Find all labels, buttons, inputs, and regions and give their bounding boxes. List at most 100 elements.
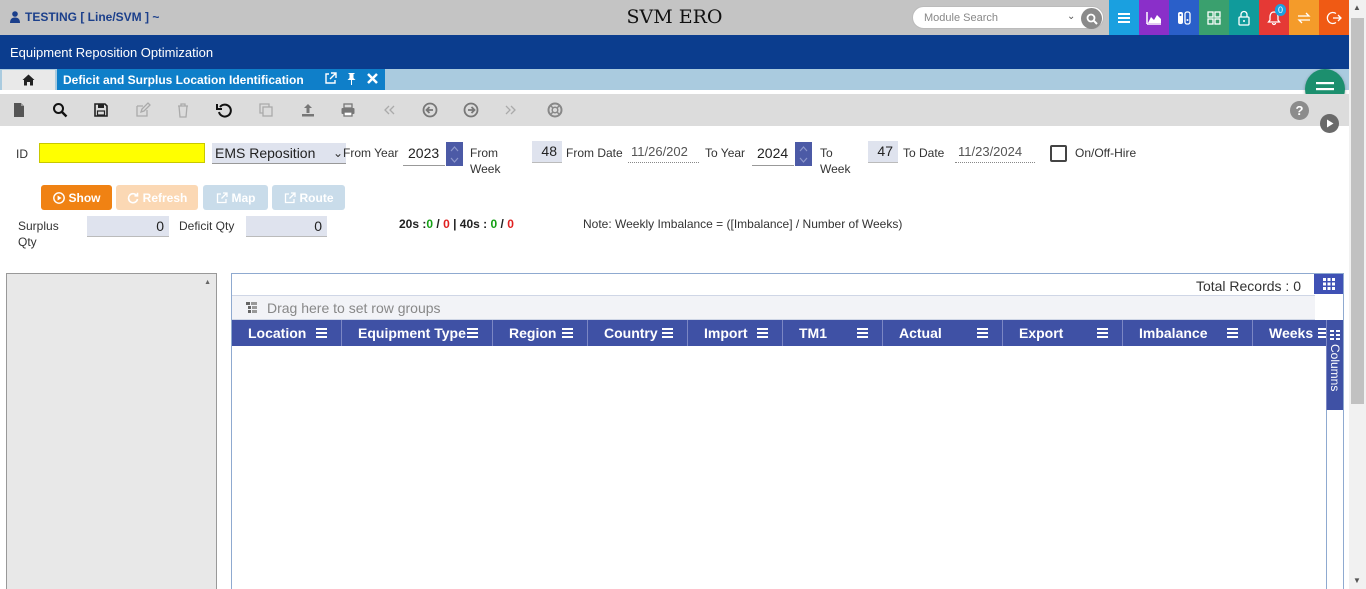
scroll-down-icon[interactable]: ▼: [1353, 576, 1361, 585]
notification-bell-icon[interactable]: 0: [1259, 0, 1289, 35]
from-year-input[interactable]: 2023: [403, 142, 445, 166]
column-menu-icon[interactable]: [1318, 328, 1326, 338]
upload-icon[interactable]: [300, 102, 316, 118]
column-menu-icon[interactable]: [1227, 328, 1238, 338]
column-menu-icon[interactable]: [316, 328, 327, 338]
logout-icon[interactable]: [1319, 0, 1349, 35]
row-group-dropzone[interactable]: Drag here to set row groups: [232, 295, 1315, 320]
reposition-type-value: EMS Reposition: [215, 145, 316, 161]
search-icon[interactable]: [52, 102, 68, 118]
search-icon[interactable]: [1081, 8, 1102, 29]
save-icon[interactable]: [93, 102, 109, 118]
previous-icon[interactable]: [422, 102, 438, 118]
id-input[interactable]: [39, 143, 205, 163]
to-year-spinner[interactable]: [795, 142, 812, 166]
play-icon[interactable]: [1320, 114, 1339, 133]
side-panel-border: [1326, 410, 1343, 589]
column-header-equipment-type[interactable]: Equipment Type: [342, 320, 493, 346]
surplus-qty-input[interactable]: 0: [87, 216, 169, 237]
column-menu-icon[interactable]: [1097, 328, 1108, 338]
column-header-country[interactable]: Country: [588, 320, 688, 346]
route-label: Route: [299, 190, 334, 205]
swap-icon[interactable]: [1289, 0, 1319, 35]
column-header-region[interactable]: Region: [493, 320, 588, 346]
help-lifebuoy-icon[interactable]: [547, 102, 563, 118]
print-icon[interactable]: [340, 102, 356, 118]
left-panel: ▲: [6, 273, 217, 589]
new-file-icon[interactable]: [11, 102, 27, 118]
scrollbar-thumb[interactable]: [1351, 18, 1364, 404]
to-year-input[interactable]: 2024: [752, 142, 794, 166]
chevron-down-icon[interactable]: [450, 157, 459, 163]
column-menu-icon[interactable]: [977, 328, 988, 338]
on-off-hire-checkbox[interactable]: [1050, 145, 1067, 162]
lock-icon[interactable]: [1229, 0, 1259, 35]
column-header-export[interactable]: Export: [1003, 320, 1123, 346]
refresh-button[interactable]: Refresh: [116, 185, 198, 210]
map-label: Map: [231, 190, 256, 205]
reposition-type-select[interactable]: EMS Reposition ⌄: [212, 143, 346, 164]
column-header-weeks[interactable]: Weeks: [1253, 320, 1326, 346]
home-tab[interactable]: [2, 70, 55, 90]
refresh-label: Refresh: [142, 190, 188, 205]
last-page-icon[interactable]: [503, 102, 519, 118]
column-header-actual[interactable]: Actual: [883, 320, 1003, 346]
to-week-input[interactable]: 47: [868, 141, 898, 163]
next-icon[interactable]: [463, 102, 479, 118]
chevron-down-icon[interactable]: ⌄: [1067, 11, 1075, 22]
edit-icon[interactable]: [135, 102, 151, 118]
area-chart-icon[interactable]: [1139, 0, 1169, 35]
chevron-down-icon[interactable]: [799, 157, 808, 163]
external-link-icon[interactable]: [324, 72, 337, 85]
from-week-label: From Week: [470, 146, 501, 176]
scroll-up-icon[interactable]: ▲: [204, 279, 211, 286]
column-menu-icon[interactable]: [757, 328, 768, 338]
to-date-label: To Date: [903, 146, 945, 160]
close-icon[interactable]: [366, 72, 379, 85]
to-week-label: To Week: [820, 146, 851, 176]
pin-icon[interactable]: [345, 72, 358, 85]
count-40-surplus: 0: [490, 217, 498, 231]
grid-dots-icon: [1322, 278, 1335, 290]
map-button[interactable]: Map: [203, 185, 268, 210]
undo-icon[interactable]: [216, 102, 232, 118]
first-page-icon[interactable]: [381, 102, 397, 118]
module-title: Equipment Reposition Optimization: [10, 45, 214, 60]
route-button[interactable]: Route: [272, 185, 345, 210]
delete-icon[interactable]: [175, 102, 191, 118]
tab-deficit-surplus[interactable]: Deficit and Surplus Location Identificat…: [57, 69, 385, 90]
deficit-qty-input[interactable]: 0: [246, 216, 327, 237]
from-year-spinner[interactable]: [446, 142, 463, 166]
column-header-tm1[interactable]: TM1: [783, 320, 883, 346]
column-menu-icon[interactable]: [562, 328, 573, 338]
user-menu[interactable]: TESTING [ Line/SVM ] ~: [10, 10, 159, 24]
chevron-up-icon[interactable]: [799, 145, 808, 152]
module-banner: Equipment Reposition Optimization: [0, 35, 1349, 69]
home-icon: [22, 74, 35, 86]
column-menu-icon[interactable]: [662, 328, 673, 338]
to-date-input[interactable]: 11/23/2024: [955, 143, 1035, 163]
column-menu-icon[interactable]: [467, 328, 478, 338]
columns-label: Columns: [1328, 344, 1342, 392]
columns-side-panel-toggle[interactable]: Columns: [1326, 320, 1343, 410]
apps-grid-icon[interactable]: [1199, 0, 1229, 35]
scroll-up-icon[interactable]: ▲: [1353, 3, 1361, 12]
module-search[interactable]: Module Search ⌄: [912, 6, 1104, 29]
column-header-import[interactable]: Import: [688, 320, 783, 346]
show-button[interactable]: Show: [41, 185, 112, 210]
question-icon[interactable]: ?: [1290, 101, 1309, 120]
switch-icon[interactable]: [1169, 0, 1199, 35]
page-scrollbar[interactable]: ▲ ▼: [1349, 0, 1366, 589]
copy-icon[interactable]: [258, 102, 274, 118]
chevron-up-icon[interactable]: [450, 145, 459, 152]
action-toolbar: [0, 94, 1349, 126]
column-header-imbalance[interactable]: Imbalance: [1123, 320, 1253, 346]
from-date-input[interactable]: 11/26/202: [628, 143, 699, 163]
column-menu-icon[interactable]: [857, 328, 868, 338]
chevron-down-icon[interactable]: ⌄: [333, 146, 343, 160]
grid-menu-button[interactable]: [1314, 274, 1343, 294]
from-week-input[interactable]: 48: [532, 141, 562, 163]
column-header-location[interactable]: Location: [232, 320, 342, 346]
menu-list-icon[interactable]: [1109, 0, 1139, 35]
top-bar: TESTING [ Line/SVM ] ~ SVM ERO Module Se…: [0, 0, 1349, 35]
